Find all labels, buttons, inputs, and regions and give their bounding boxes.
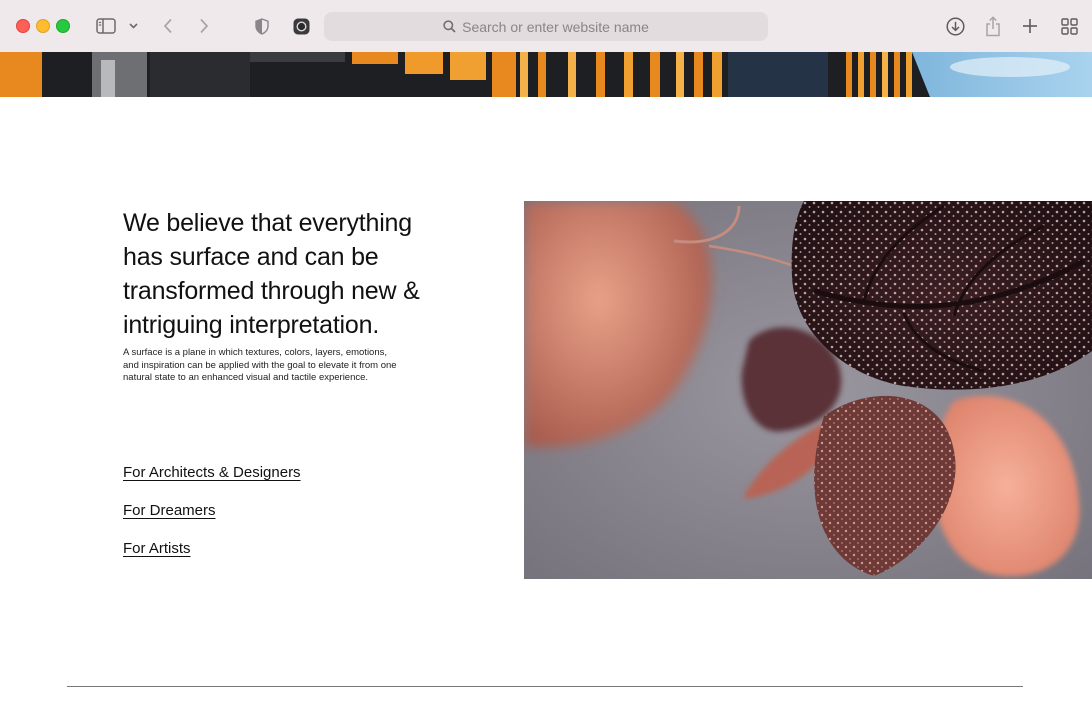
back-icon [163,18,172,34]
tab-overview-icon [1060,17,1078,35]
minimize-window-button[interactable] [36,19,50,33]
link-architects-designers[interactable]: For Architects & Designers [123,464,301,481]
shield-icon [255,17,269,35]
address-placeholder: Search or enter website name [462,18,649,35]
link-dreamers[interactable]: For Dreamers [123,502,216,519]
download-icon [945,16,965,36]
sidebar-toggle-button[interactable] [94,14,118,38]
new-tab-button[interactable] [1019,14,1041,38]
maximize-window-button[interactable] [56,19,70,33]
downloads-button[interactable] [943,14,967,38]
sidebar-menu-button[interactable] [126,18,140,34]
hero-image [0,52,1092,97]
forward-button[interactable] [194,14,214,38]
close-window-button[interactable] [16,19,30,33]
headline: We believe that everything has surface a… [123,209,420,339]
back-button[interactable] [158,14,178,38]
tab-overview-button[interactable] [1058,14,1080,38]
privacy-report-button[interactable] [252,15,272,37]
share-icon [986,15,1000,36]
browser-toolbar: Search or enter website name [0,0,1092,53]
description: A surface is a plane in which textures, … [123,347,397,383]
chevron-down-icon [128,23,138,29]
leaf-photo [524,201,1092,579]
extension-button[interactable] [290,15,312,37]
link-artists[interactable]: For Artists [123,540,191,557]
share-button[interactable] [982,13,1004,39]
forward-icon [200,18,209,34]
sidebar-icon [96,18,116,34]
divider [67,686,1023,687]
plus-icon [1023,19,1037,33]
search-icon [443,20,456,33]
extension-icon [293,18,309,34]
address-bar[interactable]: Search or enter website name [324,12,768,41]
